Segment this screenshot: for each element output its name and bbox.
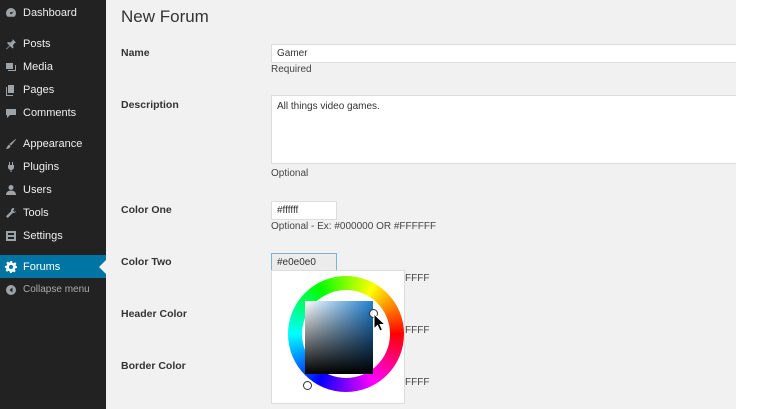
color-two-hint: FFFF [405,273,430,284]
sidebar-item-label: Dashboard [23,6,77,19]
saturation-value-square[interactable] [305,301,373,374]
gear-icon [5,260,17,273]
sidebar-item-plugins[interactable]: Plugins [0,155,106,178]
sidebar-item-label: Posts [23,37,51,50]
header-color-hint: FFFF [405,325,430,336]
sidebar-item-label: Tools [23,206,49,219]
color-two-label: Color Two [121,256,172,268]
sidebar-item-media[interactable]: Media [0,55,106,78]
paintbrush-icon [5,138,17,150]
sidebar-item-pages[interactable]: Pages [0,78,106,101]
sidebar-item-forums[interactable]: Forums [0,255,106,278]
description-textarea[interactable]: All things video games. [271,95,741,164]
sidebar-item-settings[interactable]: Settings [0,224,106,247]
sidebar-item-label: Users [23,183,52,196]
border-color-label: Border Color [121,360,186,372]
sidebar-item-label: Settings [23,229,63,242]
color-one-hint: Optional - Ex: #000000 OR #FFFFFF [271,221,437,232]
user-icon [5,184,17,196]
sidebar-item-comments[interactable]: Comments [0,101,106,124]
header-color-label: Header Color [121,308,187,320]
name-hint: Required [271,64,312,75]
sidebar-item-label: Plugins [23,160,60,173]
media-icon [5,61,17,73]
sidebar-item-label: Media [23,60,53,73]
dashboard-icon [5,7,17,19]
sidebar-item-posts[interactable]: Posts [0,32,106,55]
page-title: New Forum [121,7,209,26]
sidebar-item-appearance[interactable]: Appearance [0,132,106,155]
collapse-arrow-icon [5,284,17,296]
comment-icon [5,107,17,119]
plug-icon [5,161,17,173]
sidebar-item-label: Forums [23,260,61,273]
mouse-cursor-icon [373,313,387,332]
hue-handle[interactable] [303,381,312,390]
sidebar-item-label: Appearance [23,137,83,150]
pages-icon [5,84,17,96]
color-one-label: Color One [121,204,172,216]
pushpin-icon [5,38,17,50]
settings-icon [5,230,17,242]
admin-sidebar: Dashboard Posts Media Pages Comments App… [0,0,106,409]
name-field[interactable]: Gamer [271,44,741,63]
description-hint: Optional [271,168,309,179]
name-label: Name [121,47,150,59]
sidebar-item-dashboard[interactable]: Dashboard [0,1,106,24]
color-picker-popup [271,270,405,404]
collapse-menu-button[interactable]: Collapse menu [0,278,106,301]
sidebar-item-label: Comments [23,106,77,119]
color-one-input[interactable]: #ffffff [271,201,337,220]
sidebar-item-users[interactable]: Users [0,178,106,201]
description-label: Description [121,99,179,111]
right-blank-area [736,0,782,409]
wrench-icon [5,207,17,219]
main-content: New Forum Name Gamer Required Descriptio… [106,0,741,409]
collapse-menu-label: Collapse menu [23,284,90,295]
sidebar-item-label: Pages [23,83,55,96]
sidebar-item-tools[interactable]: Tools [0,201,106,224]
border-color-hint: FFFF [405,377,430,388]
